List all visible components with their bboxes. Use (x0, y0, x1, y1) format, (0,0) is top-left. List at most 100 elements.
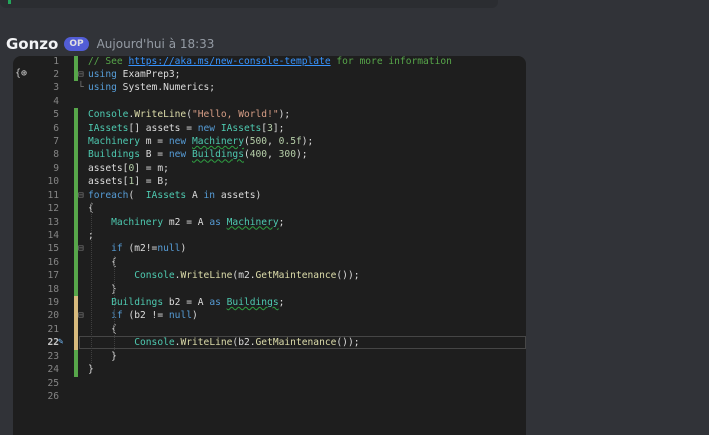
code-token: null (168, 310, 192, 322)
code-token: in (203, 189, 216, 201)
message-timestamp[interactable]: Aujourd'hui à 18:33 (97, 37, 215, 51)
code-line: 5 Console.WriteLine("Hello, World!"); (13, 108, 526, 122)
indent-guide (91, 202, 92, 364)
code-text: Machinery m = new Machinery(500, 0.5f); (88, 135, 313, 148)
code-token: as (209, 297, 221, 309)
code-token: ()); (336, 337, 360, 349)
collapse-icon[interactable]: ⊟ (78, 189, 88, 202)
change-marker (74, 135, 78, 149)
line-number: 19 (47, 297, 59, 309)
code-token: Machinery (88, 136, 140, 148)
code-token: ); (278, 109, 291, 121)
code-text: Machinery m2 = A as Machinery; (88, 216, 284, 229)
code-line: 14; (13, 228, 526, 243)
line-number: 22 (47, 337, 59, 349)
line-number: 16 (47, 256, 59, 268)
code-token: (b2. (232, 337, 256, 349)
code-token: if (111, 310, 123, 322)
code-token: B = (139, 149, 169, 161)
code-token: GetMaintenance (255, 270, 337, 282)
code-line: 4 (13, 95, 526, 108)
line-number: 23 (47, 350, 59, 362)
code-line: 25 (13, 377, 526, 390)
change-marker (74, 296, 78, 310)
line-number: 15 (47, 243, 59, 255)
code-token: { (88, 256, 117, 268)
change-marker (74, 175, 78, 189)
change-marker (74, 336, 78, 350)
code-token: ] = B; (134, 176, 169, 188)
code-screenshot-image[interactable]: {⊕ 1// See https://aka.ms/new-console-te… (13, 56, 526, 435)
code-line: 8 Buildings B = new Buildings(400, 300); (13, 148, 526, 162)
collapse-icon[interactable]: ⊟ (78, 68, 88, 81)
code-token: ); (295, 149, 308, 161)
code-line: 7 Machinery m = new Machinery(500, 0.5f); (13, 135, 526, 149)
previous-message-card (0, 0, 498, 8)
code-line: 2 ⊟ using ExamPrep3; (13, 67, 526, 82)
code-text: using System.Numerics; (88, 81, 215, 94)
code-text: if (b2 != null) (88, 309, 198, 322)
collapse-icon[interactable]: ⊟ (78, 242, 88, 255)
code-token: Buildings (191, 149, 244, 161)
code-token: WriteLine (180, 337, 233, 349)
collapse-icon[interactable]: ⊟ (78, 309, 88, 322)
code-line: ✎ 22 Console.WriteLine(b2.GetMaintenance(… (13, 336, 526, 350)
code-token: (b2 != (122, 310, 169, 322)
code-token: assets[ (88, 162, 129, 174)
code-token: // See (88, 56, 129, 67)
code-token: using (88, 68, 117, 80)
line-number: 11 (47, 189, 59, 201)
code-token: , (267, 149, 279, 161)
code-token: Console (88, 109, 129, 121)
code-token: GetMaintenance (255, 337, 337, 349)
code-token: as (209, 216, 221, 228)
code-line: 3 └ using System.Numerics; (13, 81, 526, 94)
code-line: 1 // See https://aka.ms/new-console-templ… (13, 56, 526, 68)
code-token: ]; (272, 122, 285, 134)
code-line: 23 } (13, 349, 526, 364)
line-number: 24 (47, 364, 59, 376)
code-line: 10 assets[1] = B; (13, 175, 526, 189)
code-text: IAssets[] assets = new IAssets[3]; (88, 122, 284, 135)
op-badge: OP (64, 37, 89, 51)
code-text: // See https://aka.ms/new-console-templa… (88, 56, 452, 68)
code-token: } (88, 350, 117, 362)
change-marker (74, 228, 78, 243)
code-token: b2 = A (163, 297, 210, 309)
code-line: 16 { (13, 255, 526, 270)
code-token: Buildings (88, 149, 140, 161)
line-number: 10 (47, 176, 59, 188)
code-token: Buildings (111, 297, 164, 309)
code-token: , (267, 136, 279, 148)
code-line: 26 (13, 390, 526, 403)
code-text: Console.WriteLine("Hello, World!"); (88, 108, 290, 121)
author-name[interactable]: Gonzo (6, 35, 58, 53)
code-token: ExamPrep3; (116, 68, 181, 80)
code-token: ) (180, 243, 187, 255)
code-token: Console (134, 270, 175, 282)
code-token: IAssets (145, 189, 187, 201)
code-token: ) (192, 310, 198, 322)
code-token: ; (278, 297, 285, 309)
code-token: if (111, 243, 123, 255)
code-text: { (88, 323, 117, 336)
code-token: } (88, 283, 117, 295)
code-text: Console.WriteLine(b2.GetMaintenance()); (88, 336, 360, 349)
line-number: 7 (53, 136, 59, 148)
code-token: "Hello, World!" (191, 109, 279, 121)
line-number: 13 (47, 216, 59, 228)
code-line: 21 { (13, 322, 526, 337)
line-number: 1 (53, 56, 59, 67)
change-marker (74, 161, 78, 176)
code-text: foreach( IAssets A in assets) (88, 189, 261, 202)
line-number: 9 (53, 162, 59, 174)
code-text: if (m2!=null) (88, 242, 186, 255)
code-text: } (88, 363, 94, 376)
code-token: 0.5f (278, 136, 302, 148)
change-marker (74, 363, 78, 377)
line-number: 21 (47, 323, 59, 335)
message-header: Gonzo OP Aujourd'hui à 18:33 (6, 34, 214, 54)
code-token: ()); (336, 270, 360, 282)
code-token: { (88, 323, 117, 335)
